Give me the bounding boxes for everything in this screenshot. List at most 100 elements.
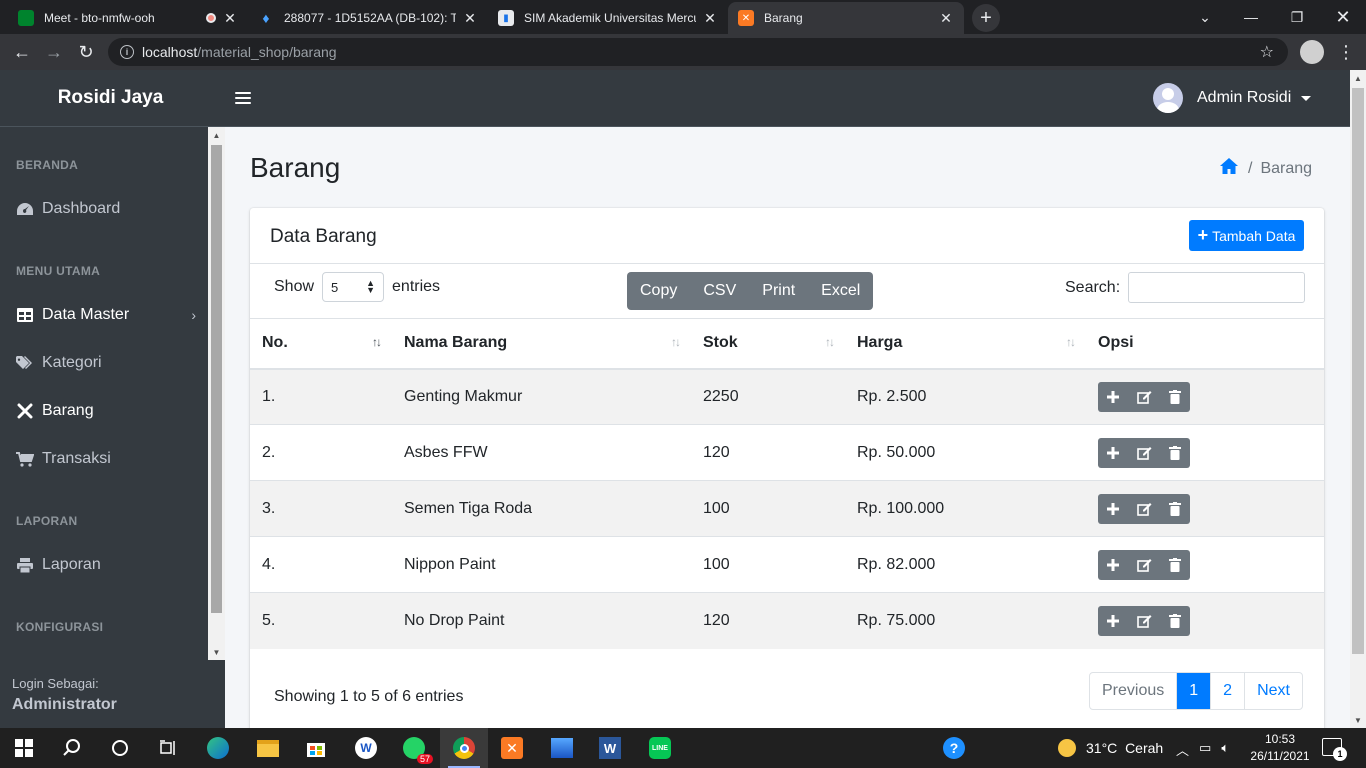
scroll-down-icon[interactable]: ▼ (1350, 712, 1366, 728)
chevron-up-icon[interactable]: ︿ (1176, 740, 1189, 759)
edit-row-button[interactable] (1129, 550, 1160, 580)
delete-row-button[interactable] (1159, 550, 1190, 580)
table-icon (16, 308, 34, 322)
home-icon[interactable] (1220, 158, 1238, 179)
scrollbar-thumb[interactable] (1352, 88, 1364, 654)
delete-row-button[interactable] (1159, 494, 1190, 524)
close-tab-icon[interactable]: ✕ (702, 10, 718, 27)
reload-button[interactable]: ↻ (74, 40, 98, 64)
edit-row-button[interactable] (1129, 438, 1160, 468)
column-header-stok[interactable]: Stok ↑↓ (691, 318, 845, 370)
browser-tab-barang[interactable]: ✕ Barang ✕ (728, 2, 964, 34)
page-length-select[interactable]: 5 ▲ ▼ (322, 272, 385, 302)
excel-button[interactable]: Excel (808, 272, 873, 310)
tab-search-icon[interactable]: ⌄ (1182, 0, 1228, 34)
sidebar-item-transaksi[interactable]: Transaksi (16, 444, 196, 474)
edit-row-button[interactable] (1129, 382, 1160, 412)
page-button-2[interactable]: 2 (1211, 673, 1246, 709)
page-scrollbar[interactable]: ▲ ▼ (1350, 70, 1366, 728)
close-tab-icon[interactable]: ✕ (938, 10, 954, 27)
row-action-group (1098, 605, 1190, 636)
close-tab-icon[interactable]: ✕ (462, 10, 478, 27)
add-row-button[interactable] (1098, 550, 1129, 580)
sort-icon: ↑↓ (372, 335, 382, 349)
browser-tab-moodle[interactable]: ♦ 288077 - 1D5152AA (DB-102): Tu ✕ (248, 2, 488, 34)
whatsapp-icon[interactable]: 57 (402, 736, 433, 764)
print-icon (16, 557, 34, 573)
site-info-icon[interactable]: i (120, 45, 134, 59)
sidebar-item-laporan[interactable]: Laporan (16, 550, 196, 580)
column-header-no[interactable]: No. ↑↓ (250, 318, 392, 370)
profile-avatar[interactable] (1300, 40, 1324, 64)
csv-button[interactable]: CSV (690, 272, 749, 310)
minimize-button[interactable]: — (1228, 0, 1274, 34)
add-row-button[interactable] (1098, 494, 1129, 524)
search-icon[interactable] (60, 736, 84, 760)
sidebar-item-barang[interactable]: Barang (16, 396, 196, 426)
browser-tab-sim[interactable]: ▮ SIM Akademik Universitas Mercu ✕ (488, 2, 728, 34)
app-icon[interactable]: W (354, 736, 378, 760)
xampp-icon[interactable]: ✕ (500, 736, 524, 760)
close-tab-icon[interactable]: ✕ (222, 10, 238, 27)
task-view-icon[interactable] (156, 736, 180, 760)
sidebar-scrollbar[interactable]: ▲ ▼ (208, 127, 225, 660)
browser-menu-icon[interactable]: ⋮ (1334, 40, 1358, 64)
edit-row-button[interactable] (1129, 606, 1160, 636)
browser-tab-meet[interactable]: Meet - bto-nmfw-ooh ✕ (8, 2, 248, 34)
notification-center-icon[interactable]: 1 (1322, 738, 1347, 761)
brand-logo[interactable]: Rosidi Jaya (0, 70, 225, 127)
sidebar-item-kategori[interactable]: Kategori (16, 348, 196, 378)
restore-button[interactable]: ❐ (1274, 0, 1320, 34)
page-button-1[interactable]: 1 (1177, 673, 1212, 709)
print-button[interactable]: Print (749, 272, 808, 310)
scroll-down-icon[interactable]: ▼ (208, 644, 225, 660)
add-data-button[interactable]: + Tambah Data (1189, 220, 1304, 251)
delete-row-button[interactable] (1159, 438, 1190, 468)
network-icon[interactable]: ▭ (1199, 740, 1211, 759)
previous-page-button[interactable]: Previous (1090, 673, 1178, 709)
windows-start-icon[interactable] (12, 736, 36, 760)
scrollbar-thumb[interactable] (211, 145, 222, 613)
forward-button[interactable]: → (42, 40, 66, 64)
cell-opsi (1086, 592, 1324, 649)
delete-row-button[interactable] (1159, 606, 1190, 636)
chrome-icon[interactable] (452, 736, 476, 760)
column-header-harga[interactable]: Harga ↑↓ (845, 318, 1086, 370)
notification-badge: 1 (1333, 747, 1347, 761)
user-menu[interactable]: Admin Rosidi (1153, 83, 1312, 113)
next-page-button[interactable]: Next (1245, 673, 1302, 709)
weather-widget[interactable]: 31°C Cerah (1058, 739, 1163, 757)
close-window-button[interactable]: ✕ (1320, 0, 1366, 34)
cell-no: 5. (250, 592, 392, 649)
copy-button[interactable]: Copy (627, 272, 690, 310)
file-explorer-icon[interactable] (256, 736, 280, 760)
sidebar-item-dashboard[interactable]: Dashboard (16, 194, 196, 224)
photos-icon[interactable] (550, 736, 574, 760)
cortana-icon[interactable] (108, 736, 132, 760)
edit-row-button[interactable] (1129, 494, 1160, 524)
edge-icon[interactable] (206, 736, 230, 760)
scroll-up-icon[interactable]: ▲ (208, 127, 225, 143)
add-row-button[interactable] (1098, 438, 1129, 468)
word-icon[interactable]: W (598, 736, 622, 760)
column-header-nama[interactable]: Nama Barang ↑↓ (392, 318, 691, 370)
cell-stok: 100 (691, 480, 845, 537)
volume-icon[interactable]: 🔈︎ (1221, 740, 1229, 759)
hamburger-menu-icon[interactable] (235, 88, 251, 108)
store-icon[interactable] (304, 736, 328, 760)
search-input[interactable] (1128, 272, 1306, 303)
help-icon[interactable]: ? (942, 736, 966, 760)
add-row-button[interactable] (1098, 606, 1129, 636)
back-button[interactable]: ← (10, 40, 34, 64)
scroll-up-icon[interactable]: ▲ (1350, 70, 1366, 86)
add-row-button[interactable] (1098, 382, 1129, 412)
system-clock[interactable]: 10:53 26/11/2021 (1250, 731, 1310, 765)
delete-row-button[interactable] (1159, 382, 1190, 412)
bookmark-star-icon[interactable]: ☆ (1260, 42, 1274, 62)
address-bar[interactable]: i localhost/material_shop/barang ☆ (108, 38, 1288, 66)
table-row: 5. No Drop Paint 120 Rp. 75.000 (250, 592, 1324, 649)
new-tab-button[interactable]: + (972, 4, 1000, 32)
browser-tab-bar: Meet - bto-nmfw-ooh ✕ ♦ 288077 - 1D5152A… (0, 0, 1366, 34)
sidebar-item-data-master[interactable]: Data Master › (16, 300, 196, 330)
line-icon[interactable]: LINE (648, 736, 672, 760)
